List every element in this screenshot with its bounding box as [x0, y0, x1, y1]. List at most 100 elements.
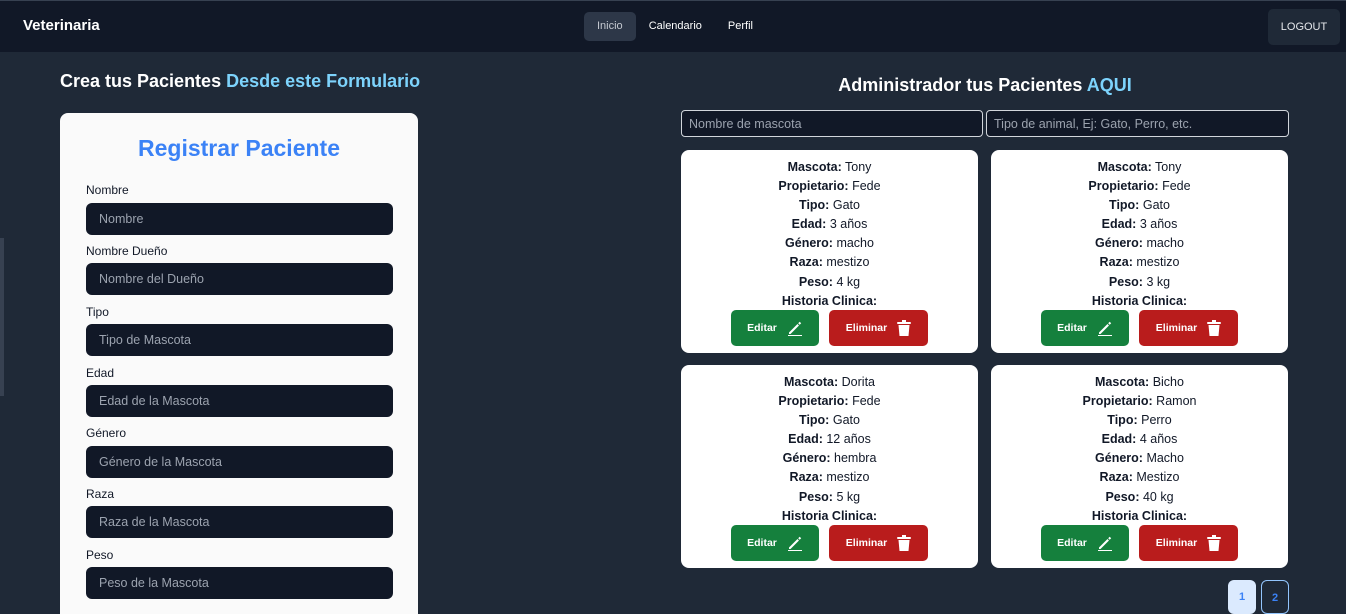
nav-link-calendario[interactable]: Calendario [636, 12, 715, 41]
patient-card: Mascota: Tony Propietario: Fede Tipo: Gato… [991, 150, 1288, 353]
field-value: mestizo [826, 255, 870, 270]
patient-edad-row: Edad: 3 años [681, 215, 978, 234]
genero-input[interactable] [86, 446, 393, 478]
genero-label: Género [86, 426, 127, 440]
field-label: Raza: [789, 470, 823, 485]
field-label: Tipo: [1107, 413, 1138, 428]
field-value: mestizo [826, 470, 870, 485]
tipo-input[interactable] [86, 324, 393, 356]
patient-tipo-row: Tipo: Gato [681, 196, 978, 215]
edit-button[interactable]: Editar [731, 310, 819, 346]
brand-title[interactable]: Veterinaria [23, 17, 100, 34]
pencil-icon [787, 536, 802, 551]
edad-input[interactable] [86, 385, 393, 417]
nav-link-inicio[interactable]: Inicio [584, 12, 636, 41]
patient-genero-row: Género: hembra [681, 449, 978, 468]
edit-button[interactable]: Editar [1041, 525, 1129, 561]
field-value: macho [1146, 236, 1184, 251]
field-value: 3 años [1139, 217, 1178, 232]
navbar: Veterinaria Inicio Calendario Perfil LOG… [0, 0, 1346, 52]
field-label: Historia Clinica: [781, 293, 878, 308]
patient-edad-row: Edad: 12 años [681, 430, 978, 449]
delete-label: Eliminar [845, 537, 888, 549]
patient-card: Mascota: Bicho Propietario: Ramon Tipo: Pe… [991, 365, 1288, 568]
patient-details: Mascota: Dorita Propietario: Fede Tipo: Ga… [681, 373, 978, 526]
patient-peso-row: Peso: 3 kg [991, 273, 1288, 292]
field-value: Tony [1155, 160, 1182, 174]
delete-button[interactable]: Eliminar [829, 310, 928, 346]
patient-tipo-row: Tipo: Gato [681, 411, 978, 430]
field-value: macho [836, 236, 874, 251]
patient-genero-row: Género: Macho [991, 449, 1288, 468]
delete-button[interactable]: Eliminar [1139, 525, 1238, 561]
search-name-input[interactable] [681, 110, 983, 137]
field-value: Perro [1141, 413, 1172, 428]
pencil-icon [1097, 321, 1112, 336]
edit-button[interactable]: Editar [1041, 310, 1129, 346]
admin-heading-highlight: AQUI [1086, 75, 1132, 95]
field-value: mestizo [1136, 255, 1180, 270]
delete-button[interactable]: Eliminar [1139, 310, 1238, 346]
form-title: Registrar Paciente [138, 135, 340, 161]
patient-historia-row: Historia Clinica: [681, 507, 978, 526]
field-value: Fede [852, 179, 881, 194]
field-value: 4 kg [836, 274, 861, 289]
pencil-icon [787, 321, 802, 336]
patient-historia-row: Historia Clinica: [681, 292, 978, 311]
patient-propietario-row: Propietario: Fede [991, 177, 1288, 196]
field-label: Mascota: [1095, 375, 1150, 389]
logout-button[interactable]: LOGOUT [1268, 9, 1340, 45]
field-value: Fede [852, 394, 881, 409]
field-label: Edad: [788, 432, 823, 447]
raza-input[interactable] [86, 506, 393, 538]
pagination-page-2[interactable]: 2 [1261, 580, 1289, 614]
field-value: hembra [834, 451, 877, 466]
nombre-input[interactable] [86, 203, 393, 235]
field-label: Edad: [791, 217, 827, 232]
patient-peso-row: Peso: 40 kg [991, 488, 1288, 507]
patient-peso-row: Peso: 5 kg [681, 488, 978, 507]
nav-links: Inicio Calendario Perfil [584, 12, 766, 41]
field-label: Propietario: [778, 179, 849, 194]
field-value: Bicho [1152, 375, 1184, 389]
field-label: Raza: [1099, 255, 1133, 270]
patient-raza-row: Raza: mestizo [991, 253, 1288, 272]
patient-mascota-row: Mascota: Tony [681, 158, 978, 177]
trash-icon [897, 535, 912, 551]
trash-icon [1207, 535, 1222, 551]
search-type-input[interactable] [986, 110, 1289, 137]
nombre-label: Nombre [86, 183, 129, 197]
edit-button[interactable]: Editar [731, 525, 819, 561]
field-value: 40 kg [1142, 489, 1174, 504]
delete-button[interactable]: Eliminar [829, 525, 928, 561]
field-label: Género: [785, 236, 833, 251]
field-label: Historia Clinica: [781, 508, 878, 523]
field-label: Tipo: [799, 413, 830, 428]
form-heading-prefix: Crea tus Pacientes [60, 71, 222, 91]
patient-historia-row: Historia Clinica: [991, 507, 1288, 526]
pagination-page-1[interactable]: 1 [1228, 580, 1256, 614]
peso-input[interactable] [86, 567, 393, 599]
field-label: Historia Clinica: [1091, 293, 1188, 308]
patient-card: Mascota: Tony Propietario: Fede Tipo: Gato… [681, 150, 978, 353]
patient-mascota-row: Mascota: Tony [991, 158, 1288, 177]
field-label: Propietario: [1088, 179, 1159, 194]
field-label: Propietario: [1082, 394, 1153, 409]
nombre-dueno-input[interactable] [86, 263, 393, 295]
pencil-icon [1097, 536, 1112, 551]
patient-edad-row: Edad: 4 años [991, 430, 1288, 449]
field-label: Mascota: [783, 375, 839, 389]
field-value: Tony [845, 160, 872, 174]
patient-raza-row: Raza: mestizo [681, 253, 978, 272]
field-value: Gato [832, 413, 860, 428]
field-label: Peso: [1105, 489, 1140, 504]
field-value: 5 kg [836, 489, 861, 504]
field-value: 3 kg [1146, 274, 1171, 289]
field-label: Género: [782, 451, 831, 466]
edit-label: Editar [1057, 537, 1087, 549]
nombre-dueno-label: Nombre Dueño [86, 244, 168, 258]
nav-link-perfil[interactable]: Perfil [715, 12, 766, 41]
trash-icon [1207, 320, 1222, 336]
field-value: Gato [1142, 198, 1170, 213]
patient-raza-row: Raza: Mestizo [991, 468, 1288, 487]
